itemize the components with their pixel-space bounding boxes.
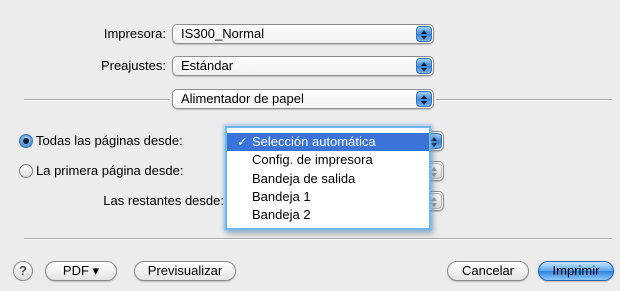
bottom-separator <box>24 238 612 240</box>
menu-item-output-tray[interactable]: Bandeja de salida <box>227 170 429 188</box>
remaining-label: Las restantes desde: <box>103 193 224 208</box>
popup-arrows-icon <box>416 58 432 74</box>
presets-popup[interactable]: Estándar <box>172 56 434 76</box>
popup-arrows-icon <box>416 26 432 42</box>
menu-item-tray-2[interactable]: Bandeja 2 <box>227 206 429 224</box>
print-button[interactable]: Imprimir <box>538 261 614 281</box>
radio-dot-icon <box>23 138 29 144</box>
preview-button[interactable]: Previsualizar <box>134 261 236 281</box>
presets-value: Estándar <box>181 58 234 73</box>
presets-label: Preajustes: <box>100 58 166 73</box>
menu-item-auto-select[interactable]: ✓ Selección automática <box>227 133 429 151</box>
separator-left <box>24 99 170 101</box>
first-page-radio[interactable] <box>19 164 33 178</box>
popup-arrows-icon <box>416 91 432 107</box>
all-pages-radio[interactable] <box>19 134 33 148</box>
checkmark-icon: ✓ <box>237 134 248 149</box>
menu-item-tray-1[interactable]: Bandeja 1 <box>227 188 429 206</box>
first-page-label[interactable]: La primera página desde: <box>36 163 183 179</box>
pdf-button[interactable]: PDF ▾ <box>45 261 117 281</box>
panel-popup[interactable]: Alimentador de papel <box>172 89 434 109</box>
paper-source-menu: ✓ Selección automática Config. de impres… <box>225 126 431 230</box>
menu-item-printer-setting[interactable]: Config. de impresora <box>227 151 429 169</box>
separator-right <box>436 99 612 101</box>
printer-value: IS300_Normal <box>181 26 265 41</box>
printer-label: Impresora: <box>103 26 166 41</box>
help-button[interactable]: ? <box>13 261 33 281</box>
all-pages-label[interactable]: Todas las páginas desde: <box>36 133 183 149</box>
print-dialog: { "printer": { "label": "Impresora:", "v… <box>0 0 620 291</box>
printer-popup[interactable]: IS300_Normal <box>172 24 434 44</box>
cancel-button[interactable]: Cancelar <box>447 261 529 281</box>
panel-value: Alimentador de papel <box>181 91 304 106</box>
